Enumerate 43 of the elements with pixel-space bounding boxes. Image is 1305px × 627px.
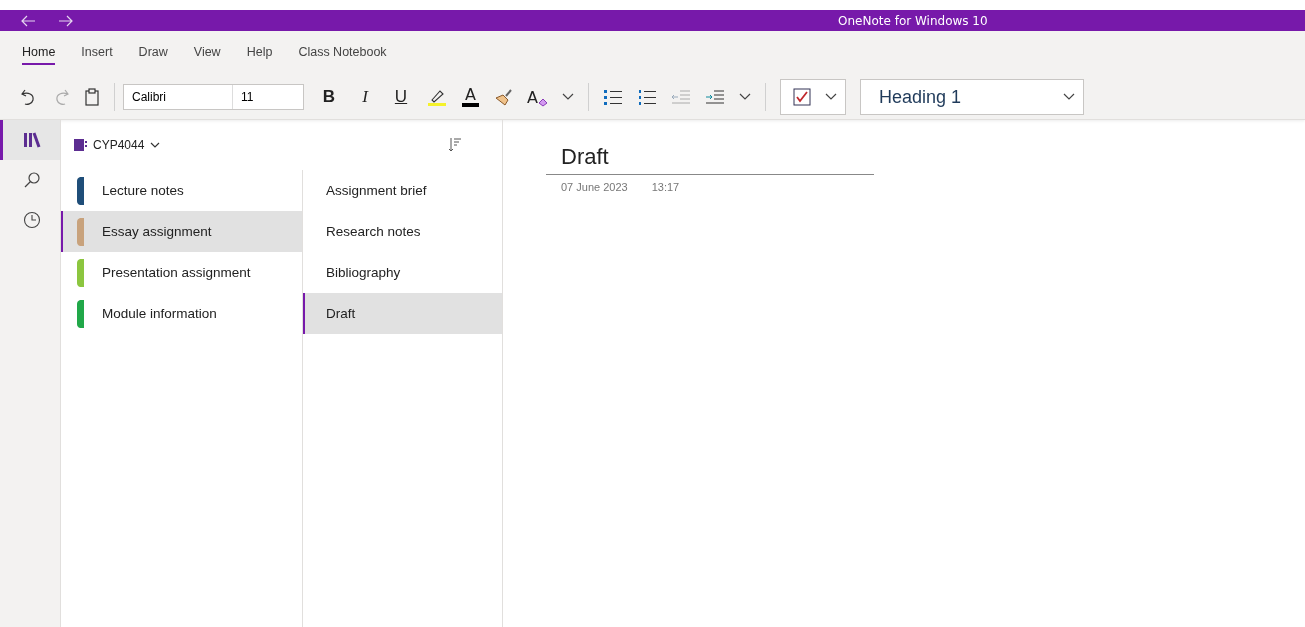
section-item[interactable]: Module information [61, 293, 302, 334]
ribbon-tab[interactable]: Help [246, 41, 273, 65]
tag-dropdown[interactable] [779, 79, 846, 115]
ribbon-tab[interactable]: Insert [81, 41, 113, 65]
back-arrow-icon[interactable] [20, 14, 36, 27]
clock-icon [22, 211, 41, 229]
ribbon-tab[interactable]: Class Notebook [298, 41, 387, 65]
chevron-down-icon [824, 93, 837, 101]
page-date: 07 June 2023 [561, 181, 628, 193]
numbered-list-icon[interactable] [636, 88, 657, 106]
page-item[interactable]: Assignment brief [303, 170, 502, 211]
style-dropdown[interactable]: Heading 1 [859, 79, 1084, 115]
eraser-icon [537, 97, 548, 107]
page-item[interactable]: Draft [303, 293, 502, 334]
page-item[interactable]: Research notes [303, 211, 502, 252]
chevron-down-icon[interactable] [561, 93, 574, 101]
page-item[interactable]: Bibliography [303, 252, 502, 293]
section-item[interactable]: Lecture notes [61, 170, 302, 211]
ribbon-tab[interactable]: Draw [138, 41, 168, 65]
ribbon-tab[interactable]: Home [22, 41, 56, 65]
indent-icon[interactable] [704, 88, 725, 106]
ribbon-tab[interactable]: View [193, 41, 221, 65]
notebook-selector[interactable]: CYP4044 [73, 138, 161, 152]
clear-formatting-button[interactable]: A [526, 87, 548, 107]
search-icon [22, 171, 41, 189]
section-item[interactable]: Essay assignment [61, 211, 302, 252]
chevron-down-icon [1062, 93, 1075, 101]
section-item[interactable]: Presentation assignment [61, 252, 302, 293]
bullet-list-icon[interactable] [602, 88, 623, 106]
chevron-down-icon [150, 141, 161, 149]
page-time: 13:17 [651, 181, 680, 193]
window-title: OneNote for Windows 10 [838, 13, 988, 28]
font-color-button[interactable]: A [462, 87, 479, 107]
underline-button[interactable]: U [390, 87, 412, 107]
clipboard-icon[interactable] [84, 88, 100, 106]
page-title[interactable]: Draft [546, 144, 874, 175]
notebooks-button[interactable] [0, 120, 60, 160]
library-icon [22, 132, 41, 148]
notebook-icon [73, 138, 87, 152]
forward-arrow-icon[interactable] [58, 14, 74, 27]
bold-button[interactable]: B [318, 87, 340, 107]
chevron-down-icon[interactable] [738, 93, 751, 101]
italic-button[interactable]: I [354, 87, 376, 107]
